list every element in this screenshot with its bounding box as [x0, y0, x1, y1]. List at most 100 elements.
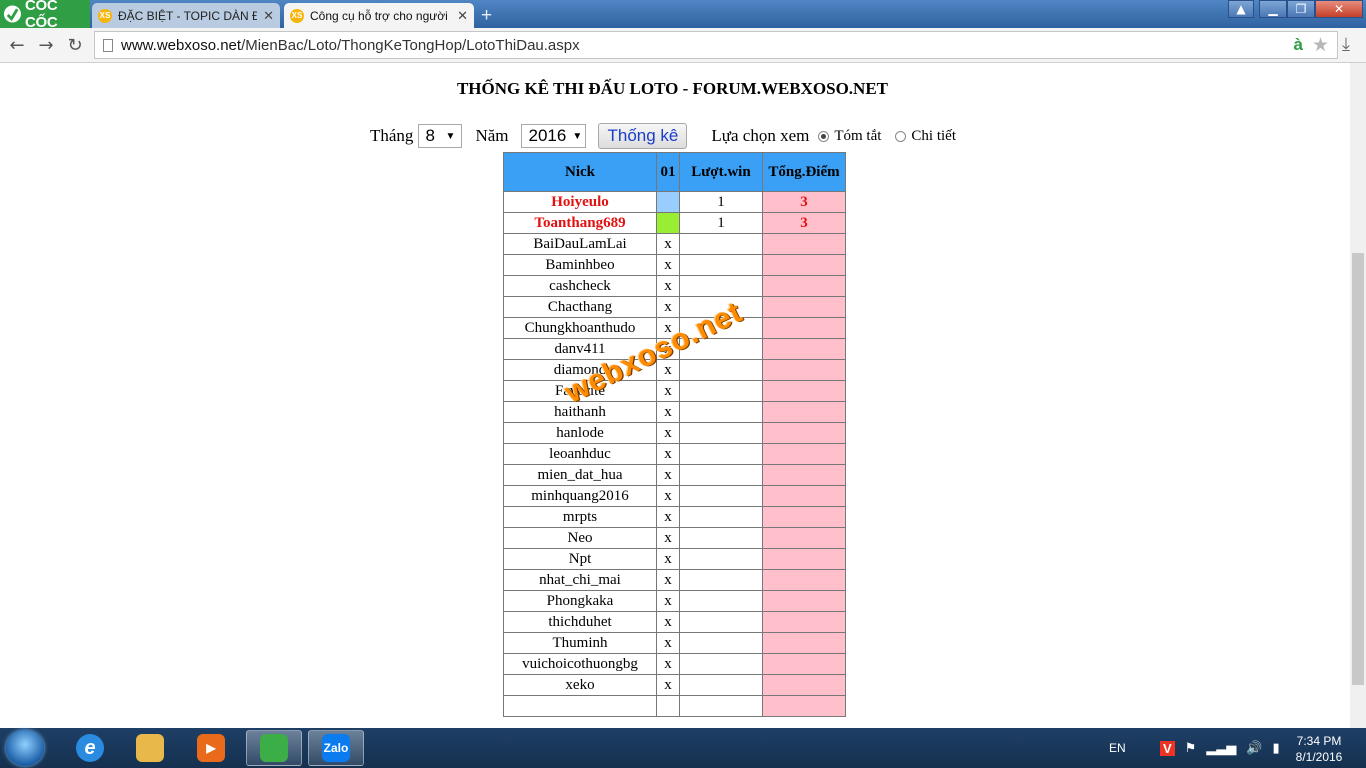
clock-time: 7:34 PM: [1296, 734, 1342, 748]
cell-points: [762, 611, 846, 633]
cell-01: x: [656, 506, 680, 528]
cell-wins: [679, 401, 763, 423]
cell-points: [762, 422, 846, 444]
cell-01: x: [656, 380, 680, 402]
close-window-icon[interactable]: ✕: [1315, 0, 1363, 18]
address-bar[interactable]: www.webxoso.net/MienBac/Loto/ThongKeTong…: [94, 31, 1338, 59]
table-row: cashcheck x: [503, 275, 846, 297]
year-select[interactable]: 2016 ▼: [521, 124, 587, 148]
cell-nick: Thuminh: [503, 632, 657, 654]
maximize-icon[interactable]: ❐: [1287, 0, 1315, 18]
radio-detail[interactable]: [895, 130, 907, 142]
cell-wins: [679, 527, 763, 549]
cell-nick: vuichoicothuongbg: [503, 653, 657, 675]
flag-icon[interactable]: ⚑: [1185, 740, 1197, 756]
cell-points: [762, 380, 846, 402]
radio-summary-label: Tóm tắt: [834, 127, 882, 144]
coccoc-addon-icon[interactable]: à: [1294, 35, 1303, 55]
table-row: xeko x: [503, 674, 846, 696]
cell-01: x: [656, 296, 680, 318]
reload-icon[interactable]: ↻: [64, 34, 86, 56]
cell-wins: 1: [679, 212, 763, 234]
cell-nick: hanlode: [503, 422, 657, 444]
cell-wins: [679, 653, 763, 675]
url-text: www.webxoso.net/MienBac/Loto/ThongKeTong…: [121, 36, 580, 54]
radio-summary[interactable]: [818, 130, 830, 142]
cell-wins: [679, 569, 763, 591]
cell-nick: thichduhet: [503, 611, 657, 633]
internet-explorer-icon: e: [76, 734, 104, 762]
vertical-scrollbar[interactable]: [1350, 63, 1366, 728]
tab-dac-biet[interactable]: XS ĐẶC BIỆT - TOPIC DÀN Đ ✕: [92, 3, 280, 28]
dropdown-arrow-icon: ▼: [572, 130, 583, 142]
minimize-icon[interactable]: ▁: [1259, 0, 1287, 18]
cell-points: [762, 695, 846, 717]
battery-icon[interactable]: ▮: [1273, 740, 1280, 756]
taskbar-app-media-player[interactable]: ▶: [183, 730, 239, 766]
vivaldi-tray-icon[interactable]: V: [1160, 740, 1175, 756]
table-row: mrpts x: [503, 506, 846, 528]
cell-nick: Npt: [503, 548, 657, 570]
cell-nick: nhat_chi_mai: [503, 569, 657, 591]
cell-01: x: [656, 527, 680, 549]
close-icon[interactable]: ✕: [263, 8, 274, 24]
back-icon[interactable]: ←: [6, 34, 28, 56]
cell-01: x: [656, 632, 680, 654]
cell-wins: [679, 359, 763, 381]
table-row: Phongkaka x: [503, 590, 846, 612]
page-title: THỐNG KÊ THI ĐẤU LOTO - FORUM.WEBXOSO.NE…: [456, 79, 889, 98]
cell-wins: [679, 632, 763, 654]
cell-01: x: [656, 611, 680, 633]
system-clock[interactable]: 7:34 PM 8/1/2016: [1284, 733, 1354, 765]
table-row: nhat_chi_mai x: [503, 569, 846, 591]
cell-nick: cashcheck: [503, 275, 657, 297]
bookmark-star-icon[interactable]: ★: [1312, 34, 1329, 56]
cell-nick: leoanhduc: [503, 443, 657, 465]
start-button-icon[interactable]: [6, 730, 44, 766]
month-label: Tháng: [370, 126, 414, 145]
cell-points: [762, 506, 846, 528]
cell-points: [762, 443, 846, 465]
table-row: vuichoicothuongbg x: [503, 653, 846, 675]
taskbar-app-internet-explorer[interactable]: e: [62, 730, 118, 766]
tab-label: Công cụ hỗ trợ cho người: [310, 8, 448, 23]
cell-01: x: [656, 590, 680, 612]
coccoc-brand[interactable]: CỐC CỐC: [0, 0, 90, 31]
close-icon[interactable]: ✕: [457, 8, 468, 24]
taskbar-app-coccoc-browser[interactable]: [246, 730, 302, 766]
cell-points: [762, 317, 846, 339]
scrollbar-thumb[interactable]: [1352, 253, 1364, 685]
cell-wins: [679, 380, 763, 402]
forward-icon[interactable]: →: [35, 34, 57, 56]
tab-cong-cu[interactable]: XS Công cụ hỗ trợ cho người ✕: [284, 3, 474, 28]
cell-01: x: [656, 548, 680, 570]
cell-nick: BaiDauLamLai: [503, 233, 657, 255]
table-row: minhquang2016 x: [503, 485, 846, 507]
tray-icons: V ⚑ ▂▃▅ 🔊 ▮: [1160, 728, 1280, 768]
month-select[interactable]: 8 ▼: [418, 124, 463, 148]
cell-wins: [679, 422, 763, 444]
volume-icon[interactable]: 🔊: [1246, 740, 1262, 756]
xs-favicon-icon: XS: [98, 8, 112, 23]
table-row: Npt x: [503, 548, 846, 570]
table-header-row: Nick 01 Lượt.win Tổng.Điểm: [503, 152, 846, 192]
coccoc-browser-icon: [260, 734, 288, 762]
cell-nick: mrpts: [503, 506, 657, 528]
cell-wins: [679, 506, 763, 528]
cell-wins: [679, 695, 763, 717]
cell-01: x: [656, 443, 680, 465]
download-icon[interactable]: ⤓: [1342, 34, 1350, 55]
cell-01: x: [656, 653, 680, 675]
coccoc-logo-icon: [3, 5, 21, 23]
table-row: Chacthang x: [503, 296, 846, 318]
taskbar-app-zalo[interactable]: Zalo: [308, 730, 364, 766]
taskbar-app-file-explorer[interactable]: [122, 730, 178, 766]
signal-icon[interactable]: ▂▃▅: [1206, 740, 1236, 756]
language-indicator[interactable]: EN: [1109, 728, 1126, 768]
new-tab-icon[interactable]: +: [481, 5, 492, 27]
cell-points: [762, 254, 846, 276]
stats-button[interactable]: Thống kê: [598, 123, 688, 149]
cell-points: [762, 338, 846, 360]
cell-points: 3: [762, 212, 846, 234]
profile-icon[interactable]: ▲: [1228, 0, 1254, 18]
